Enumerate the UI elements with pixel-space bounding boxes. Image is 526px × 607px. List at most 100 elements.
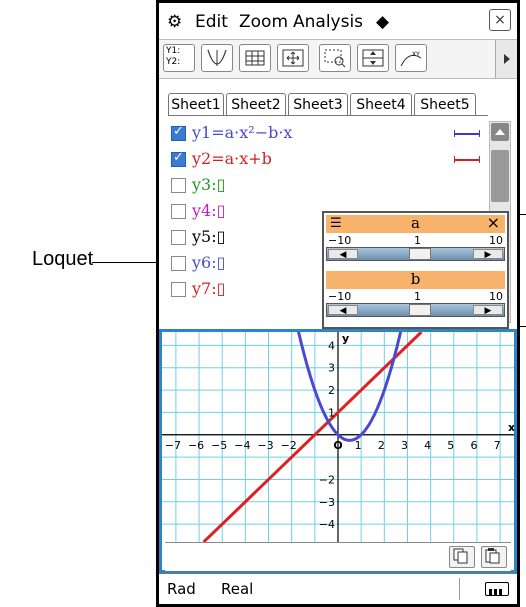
slider-increment-button[interactable]: ▶ (473, 249, 503, 259)
menu-edit[interactable]: Edit (195, 12, 228, 32)
close-button[interactable]: × (489, 9, 511, 31)
equation-checkbox[interactable] (171, 256, 186, 271)
slider-range-labels: −10 1 10 (326, 234, 505, 247)
battery-icon (485, 582, 509, 596)
equation-row[interactable]: y1=a·x²−b·x (168, 121, 488, 147)
slider-value-label: 1 (414, 234, 421, 247)
pan-button[interactable] (277, 44, 309, 72)
table-button[interactable] (239, 44, 271, 72)
equation-text[interactable]: y1=a·x²−b·x (192, 123, 292, 142)
slider-header-b: b (326, 271, 505, 289)
x-tick-label: 2 (378, 439, 385, 452)
graph-window-button[interactable] (201, 44, 233, 72)
zoom-in-out-button[interactable] (357, 44, 389, 72)
triangle-up-icon (495, 129, 505, 135)
slider-max-label: 10 (489, 234, 503, 247)
slider-range-labels: −10 1 10 (326, 290, 505, 303)
equation-text[interactable]: y7:▯ (192, 279, 225, 298)
tabs-divider (168, 115, 488, 116)
y-tick-label: −2 (319, 473, 335, 486)
slider-track-a[interactable]: ◀ ▶ (326, 247, 505, 261)
tb-label-y2: Y2: (166, 57, 181, 67)
tab-sheet1[interactable]: Sheet1 (168, 93, 224, 115)
x-tick-label: −6 (188, 439, 204, 452)
x-tick-label: 1 (355, 439, 362, 452)
slider-increment-button[interactable]: ▶ (473, 305, 503, 315)
diamond-menu-icon[interactable]: ◆ (376, 12, 389, 32)
x-tick-label: 6 (470, 439, 477, 452)
slider-name: b (410, 270, 421, 288)
equation-text[interactable]: y4:▯ (192, 201, 225, 220)
y-tick-label: 3 (328, 362, 335, 375)
x-tick-label: 4 (424, 439, 431, 452)
x-tick-label: −4 (234, 439, 250, 452)
x-tick-label: −3 (257, 439, 273, 452)
equation-checkbox[interactable] (171, 230, 186, 245)
copy-button[interactable] (449, 546, 475, 568)
graph-window[interactable]: −7 −6 −5 −4 −3 −2 O 1 2 3 4 5 6 7 4 3 2 1 −2 −3 −4 x y (159, 311, 517, 573)
menu-analysis[interactable]: Analysis (293, 12, 363, 32)
scroll-up-button[interactable] (491, 123, 509, 141)
menu-zoom[interactable]: Zoom (239, 12, 288, 32)
equation-checkbox[interactable] (171, 178, 186, 193)
x-tick-label: 3 (401, 439, 408, 452)
graph-table-toggle-button[interactable]: Y1: Y2: (163, 44, 195, 72)
parameter-slider-panel: ☰ × a −10 1 10 ◀ ▶ b −10 1 10 ◀ ▶ (322, 211, 509, 329)
menu-bar: ⚙ Edit Zoom Analysis ◆ × (159, 3, 517, 39)
line-style-icon[interactable] (454, 156, 480, 163)
trace-button[interactable]: XY (395, 44, 427, 72)
series-curve-y1 (292, 311, 407, 442)
number-mode[interactable]: Real (221, 580, 253, 598)
trace-icon: XY (400, 51, 422, 67)
slider-track-b[interactable]: ◀ ▶ (326, 303, 505, 317)
y-axis-label: y (342, 332, 349, 345)
move-arrows-icon (282, 49, 304, 67)
series-line-y2 (202, 330, 423, 544)
paste-button[interactable] (481, 546, 507, 568)
calculator-screen: ⚙ Edit Zoom Analysis ◆ × Y1: Y2: XY Shee… (156, 0, 520, 607)
slider-min-label: −10 (328, 234, 352, 247)
slider-value-label: 1 (414, 290, 421, 303)
slider-decrement-button[interactable]: ◀ (328, 249, 358, 259)
tab-sheet3[interactable]: Sheet3 (288, 93, 348, 115)
equation-text[interactable]: y5:▯ (192, 227, 225, 246)
triangle-right-icon (504, 54, 510, 64)
y-tick-label: 2 (328, 384, 335, 397)
zoom-box-icon (324, 49, 346, 68)
table-icon (245, 50, 265, 66)
x-tick-label: −5 (211, 439, 227, 452)
slider-thumb[interactable] (409, 248, 432, 260)
slider-close-icon[interactable]: × (487, 214, 500, 231)
tab-sheet5[interactable]: Sheet5 (414, 93, 476, 115)
line-style-icon[interactable] (454, 130, 480, 137)
y-tick-label: 4 (328, 339, 335, 352)
x-tick-label: O (333, 439, 342, 452)
equation-text[interactable]: y3:▯ (192, 175, 225, 194)
x-tick-label: 5 (447, 439, 454, 452)
graph-bottom-strip (165, 542, 511, 571)
equation-checkbox[interactable] (171, 204, 186, 219)
equation-checkbox[interactable] (171, 124, 186, 141)
gear-icon[interactable]: ⚙ (167, 12, 182, 32)
angle-mode[interactable]: Rad (167, 580, 196, 598)
x-axis-label: x (508, 421, 514, 434)
equation-checkbox[interactable] (171, 150, 186, 167)
toolbar-more-button[interactable] (495, 40, 517, 78)
equation-row[interactable]: y2=a·x+b (168, 147, 488, 173)
equation-row[interactable]: y3:▯ (168, 173, 488, 199)
graph-canvas[interactable]: −7 −6 −5 −4 −3 −2 O 1 2 3 4 5 6 74321−2−3−4xy (162, 311, 515, 544)
slider-thumb[interactable] (409, 304, 432, 316)
y-tick-label: −3 (319, 496, 335, 509)
slider-decrement-button[interactable]: ◀ (328, 305, 358, 315)
tab-sheet2[interactable]: Sheet2 (226, 93, 286, 115)
scroll-thumb[interactable] (491, 150, 509, 202)
toolbar: Y1: Y2: XY (159, 39, 517, 79)
equation-text[interactable]: y6:▯ (192, 253, 225, 272)
equation-checkbox[interactable] (171, 282, 186, 297)
slider-header-a: ☰ × a (326, 214, 505, 233)
slider-menu-icon[interactable]: ☰ (330, 215, 342, 232)
status-bar: Rad Real (159, 573, 517, 605)
tab-sheet4[interactable]: Sheet4 (350, 93, 412, 115)
zoom-box-button[interactable] (319, 44, 351, 72)
equation-text[interactable]: y2=a·x+b (192, 149, 272, 168)
